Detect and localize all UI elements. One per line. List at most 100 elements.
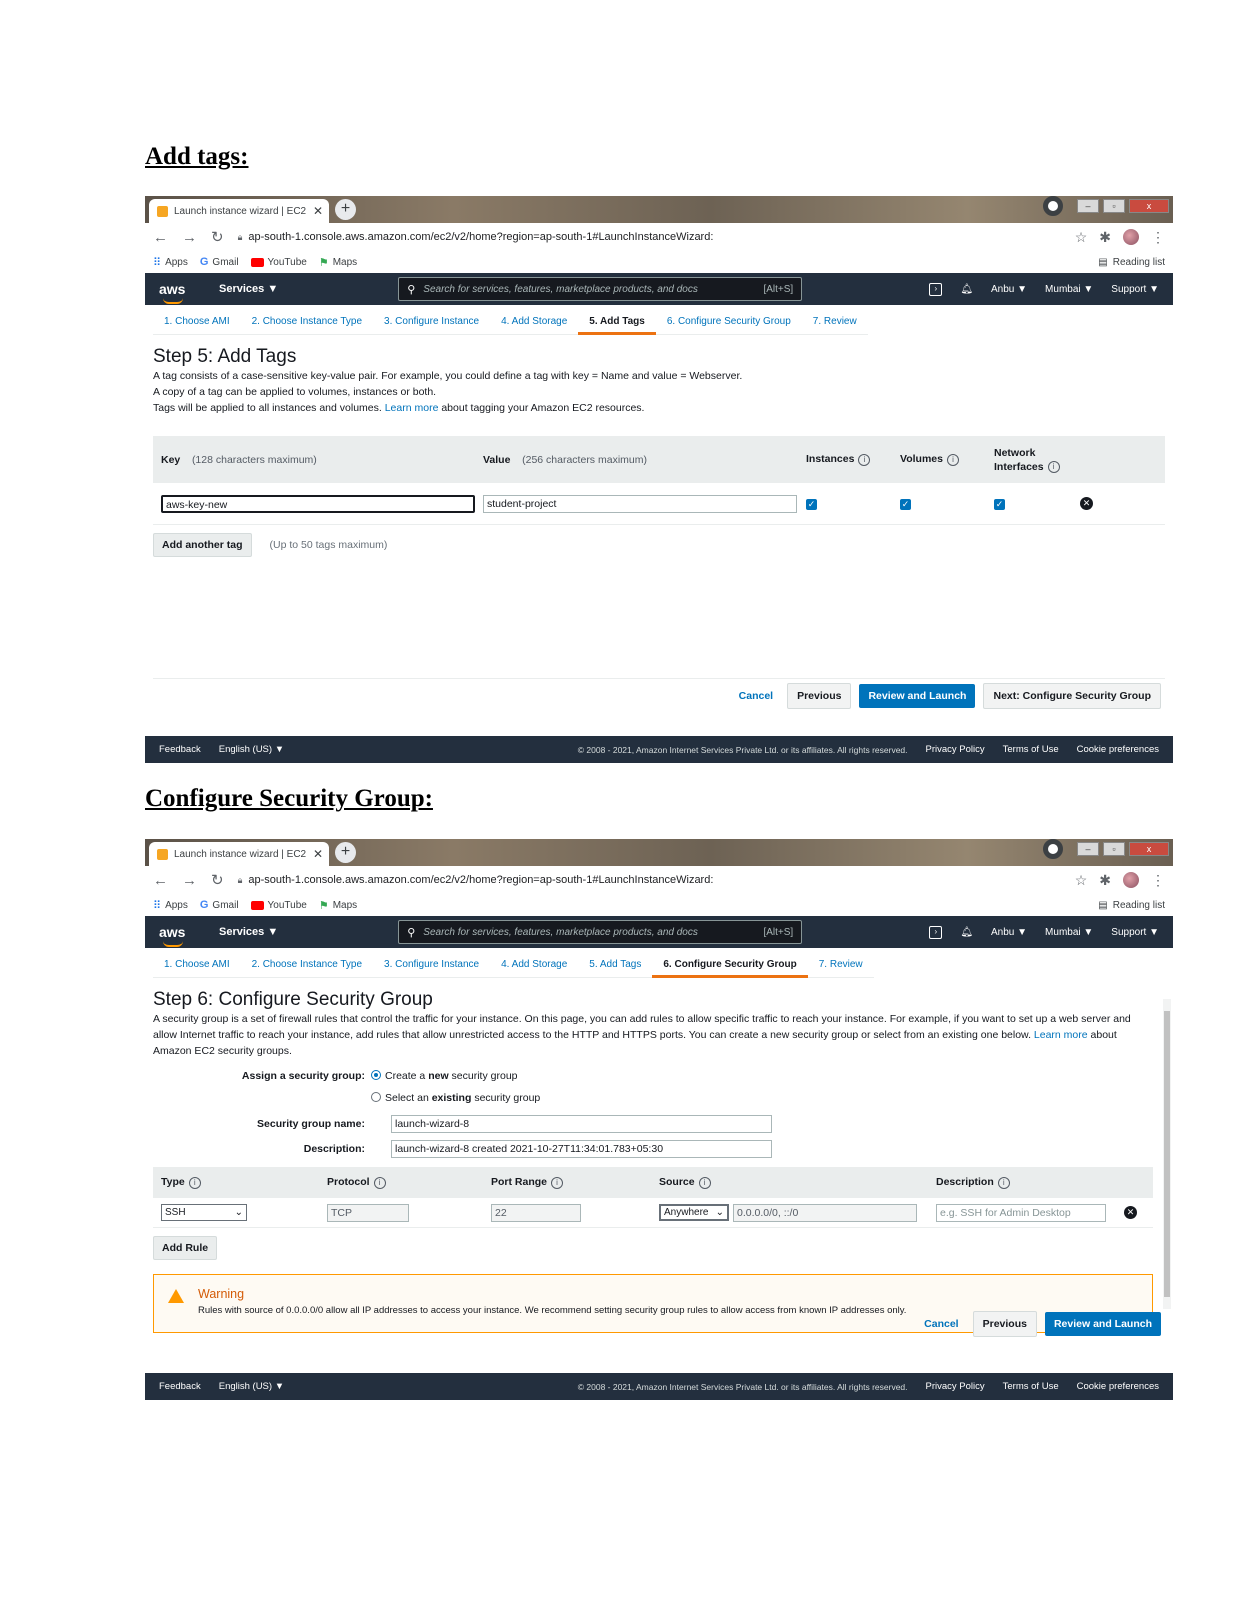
tag-key-input[interactable]: aws-key-new [161, 494, 475, 513]
new-tab-icon[interactable]: + [335, 199, 356, 220]
cancel-button[interactable]: Cancel [918, 1318, 964, 1330]
info-icon[interactable]: i [997, 1176, 1010, 1189]
step-choose-ami[interactable]: 1. Choose AMI [153, 959, 241, 978]
step-choose-ami[interactable]: 1. Choose AMI [153, 316, 241, 335]
services-menu[interactable]: Services ▼ [219, 283, 278, 295]
aws-search-input[interactable]: ⚲ Search for services, features, marketp… [398, 277, 803, 301]
profile-icon[interactable] [1043, 839, 1063, 859]
minimize-icon[interactable]: – [1077, 842, 1099, 856]
select-existing-radio[interactable]: Select an existing security group [371, 1092, 540, 1104]
close-icon[interactable]: ✕ [313, 847, 323, 861]
step-security-group[interactable]: 6. Configure Security Group [655, 316, 802, 335]
restore-icon[interactable]: ▫ [1103, 199, 1125, 213]
add-another-tag-button[interactable]: Add another tag [153, 533, 252, 557]
bookmark-gmail[interactable]: G Gmail [200, 256, 239, 268]
remove-tag-icon[interactable]: ✕ [1080, 497, 1093, 510]
cookie-link[interactable]: Cookie preferences [1077, 744, 1159, 755]
step-add-tags[interactable]: 5. Add Tags [578, 316, 656, 335]
scrollbar[interactable] [1163, 999, 1171, 1309]
step-security-group[interactable]: 6. Configure Security Group [652, 959, 808, 978]
instances-checkbox[interactable]: ✓ [806, 498, 817, 510]
privacy-link[interactable]: Privacy Policy [926, 744, 985, 755]
info-icon[interactable]: i [858, 453, 871, 466]
bookmark-maps[interactable]: ⚑ Maps [319, 256, 357, 269]
restore-icon[interactable]: ▫ [1103, 842, 1125, 856]
step-add-tags[interactable]: 5. Add Tags [578, 959, 653, 978]
remove-rule-icon[interactable]: ✕ [1124, 1206, 1137, 1219]
cloudshell-icon[interactable]: › [929, 925, 943, 939]
learn-more-link[interactable]: Learn more [1034, 1029, 1088, 1041]
review-and-launch-button[interactable]: Review and Launch [1044, 1312, 1161, 1336]
cookie-link[interactable]: Cookie preferences [1077, 1381, 1159, 1392]
reload-icon[interactable]: ↻ [211, 871, 224, 889]
sg-description-input[interactable]: launch-wizard-8 created 2021-10-27T11:34… [391, 1139, 772, 1158]
rule-type-select[interactable]: SSH ⌄ [161, 1204, 247, 1221]
support-menu[interactable]: Support ▼ [1111, 284, 1159, 295]
reading-list[interactable]: ▤ Reading list [1098, 257, 1165, 268]
aws-logo[interactable]: aws [159, 924, 207, 947]
rule-source-select[interactable]: Anywhere ⌄ [659, 1203, 729, 1221]
close-icon[interactable]: ✕ [313, 204, 323, 218]
region-menu[interactable]: Mumbai ▼ [1045, 284, 1093, 295]
rule-cidr-input[interactable]: 0.0.0.0/0, ::/0 [733, 1203, 917, 1222]
terms-link[interactable]: Terms of Use [1003, 1381, 1059, 1392]
step-review[interactable]: 7. Review [807, 959, 874, 978]
step-configure-instance[interactable]: 3. Configure Instance [373, 959, 491, 978]
info-icon[interactable]: i [373, 1176, 386, 1189]
bookmark-apps[interactable]: ⠿ Apps [153, 256, 188, 269]
create-new-radio[interactable]: Create a new security group [371, 1070, 518, 1082]
language-select[interactable]: English (US) ▼ [219, 744, 284, 755]
url-field[interactable]: 🔒︎ ap-south-1.console.aws.amazon.com/ec2… [238, 874, 1061, 886]
review-and-launch-button[interactable]: Review and Launch [859, 684, 976, 708]
language-select[interactable]: English (US) ▼ [219, 1381, 284, 1392]
minimize-icon[interactable]: – [1077, 199, 1099, 213]
back-icon[interactable]: ← [153, 872, 168, 889]
aws-search-input[interactable]: ⚲ Search for services, features, marketp… [398, 920, 803, 944]
avatar[interactable] [1123, 872, 1139, 888]
feedback-link[interactable]: Feedback [159, 1381, 201, 1392]
bell-icon[interactable]: 🔔︎ [960, 927, 973, 938]
forward-icon[interactable]: → [182, 872, 197, 889]
bookmark-gmail[interactable]: G Gmail [200, 899, 239, 911]
rule-description-input[interactable]: e.g. SSH for Admin Desktop [936, 1203, 1106, 1222]
sg-name-input[interactable]: launch-wizard-8 [391, 1114, 772, 1133]
user-menu[interactable]: Anbu ▼ [991, 284, 1027, 295]
window-close-icon[interactable]: x [1129, 842, 1169, 856]
aws-logo[interactable]: aws [159, 281, 207, 304]
scroll-thumb[interactable] [1164, 1011, 1170, 1297]
menu-icon[interactable]: ⋮ [1151, 229, 1165, 246]
bookmark-youtube[interactable]: YouTube [250, 257, 307, 268]
bookmark-youtube[interactable]: YouTube [250, 900, 307, 911]
reading-list[interactable]: ▤ Reading list [1098, 900, 1165, 911]
network-interfaces-checkbox[interactable]: ✓ [994, 498, 1005, 510]
services-menu[interactable]: Services ▼ [219, 926, 278, 938]
profile-icon[interactable] [1043, 196, 1063, 216]
cloudshell-icon[interactable]: › [929, 282, 943, 296]
feedback-link[interactable]: Feedback [159, 744, 201, 755]
url-field[interactable]: 🔒︎ ap-south-1.console.aws.amazon.com/ec2… [238, 231, 1061, 243]
step-review[interactable]: 7. Review [801, 316, 868, 335]
window-close-icon[interactable]: x [1129, 199, 1169, 213]
bookmark-apps[interactable]: ⠿ Apps [153, 899, 188, 912]
privacy-link[interactable]: Privacy Policy [926, 1381, 985, 1392]
avatar[interactable] [1123, 229, 1139, 245]
forward-icon[interactable]: → [182, 229, 197, 246]
bell-icon[interactable]: 🔔︎ [960, 284, 973, 295]
extensions-icon[interactable]: ✱ [1099, 229, 1111, 246]
info-icon[interactable]: i [1047, 460, 1060, 473]
learn-more-link[interactable]: Learn more [385, 402, 439, 414]
region-menu[interactable]: Mumbai ▼ [1045, 927, 1093, 938]
reload-icon[interactable]: ↻ [211, 228, 224, 246]
tag-value-input[interactable]: student-project [483, 494, 797, 513]
volumes-checkbox[interactable]: ✓ [900, 498, 911, 510]
previous-button[interactable]: Previous [787, 683, 852, 709]
back-icon[interactable]: ← [153, 229, 168, 246]
support-menu[interactable]: Support ▼ [1111, 927, 1159, 938]
menu-icon[interactable]: ⋮ [1151, 872, 1165, 889]
step-add-storage[interactable]: 4. Add Storage [490, 316, 579, 335]
bookmark-maps[interactable]: ⚑ Maps [319, 899, 357, 912]
star-icon[interactable]: ☆ [1075, 872, 1088, 889]
step-instance-type[interactable]: 2. Choose Instance Type [240, 959, 374, 978]
info-icon[interactable]: i [946, 453, 959, 466]
browser-tab[interactable]: Launch instance wizard | EC2 Ma ✕ [149, 199, 329, 223]
